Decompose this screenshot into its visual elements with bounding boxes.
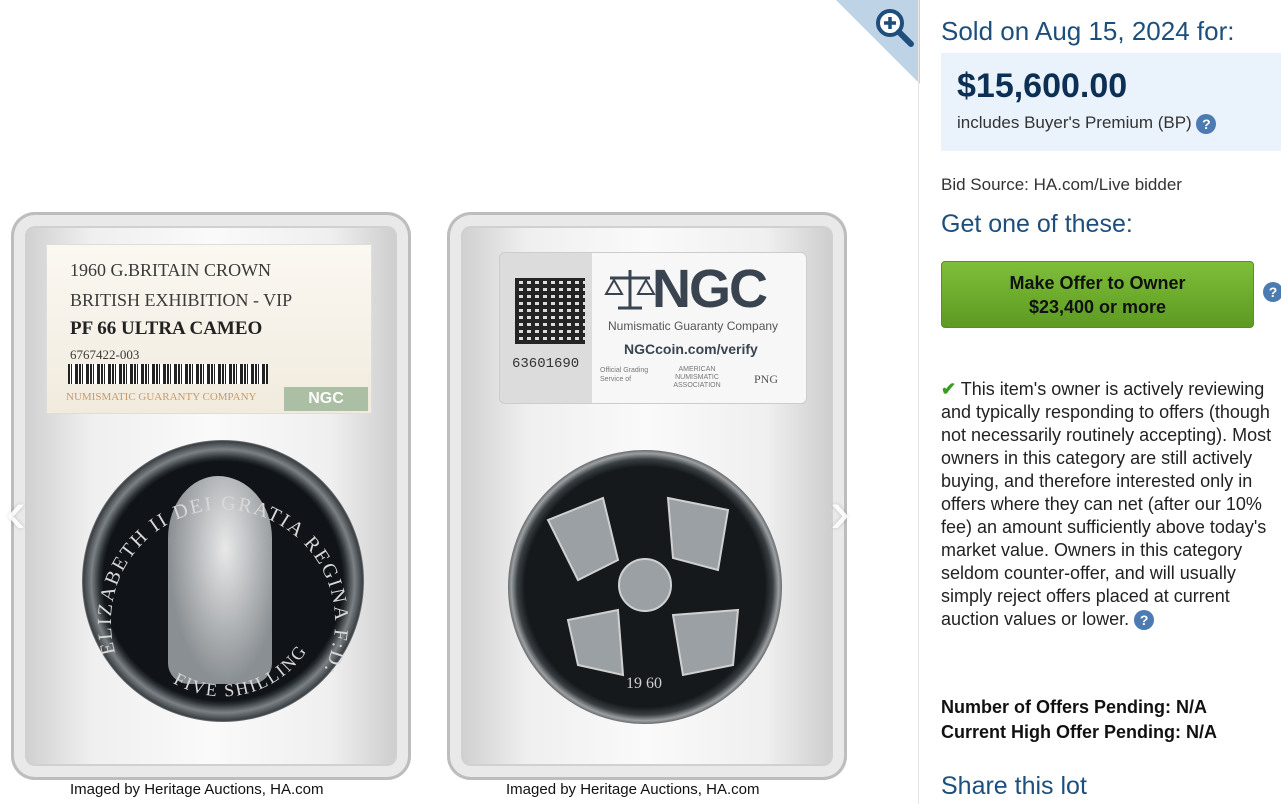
label-cert: 6767422-003 — [70, 347, 140, 362]
scales-icon — [604, 270, 656, 310]
svg-text:ELIZABETH II DEI GRATIA REGINA: ELIZABETH II DEI GRATIA REGINA F:D: — [94, 492, 352, 678]
owner-activity-text: This item's owner is actively reviewing … — [941, 379, 1272, 629]
ngc-logo: NGC — [652, 259, 768, 319]
make-offer-label: Make Offer to Owner — [1009, 272, 1186, 293]
high-offer-pending: Current High Offer Pending: N/A — [941, 722, 1217, 742]
reverse-design: 19 60 — [546, 496, 740, 692]
back-label-company: Numismatic Guaranty Company — [608, 319, 779, 333]
label-line-1: 1960 G.BRITAIN CROWN — [70, 260, 272, 280]
price-box: $15,600.00 includes Buyer's Premium (BP)… — [941, 53, 1281, 151]
obverse-legend: ELIZABETH II DEI GRATIA REGINA F:D: FIVE… — [82, 440, 352, 701]
offer-help-icon[interactable]: ? — [1263, 282, 1281, 302]
qr-code — [515, 278, 585, 344]
back-label-png: PNG — [754, 372, 779, 386]
back-label-verify: NGCcoin.com/verify — [624, 341, 758, 357]
reverse-date: 19 60 — [626, 675, 662, 692]
obverse-legend-text: ELIZABETH II DEI GRATIA REGINA F:D: — [94, 492, 350, 678]
get-one-heading: Get one of these: — [941, 210, 1133, 238]
zoom-in-icon[interactable] — [873, 6, 915, 48]
image-caption-back: Imaged by Heritage Auctions, HA.com — [506, 781, 760, 798]
label-company: NUMISMATIC GUARANTY COMPANY — [66, 391, 257, 403]
previous-image-arrow[interactable]: ‹ — [6, 480, 46, 544]
back-label-ana: AMERICAN NUMISMATIC ASSOCIATION — [673, 366, 721, 389]
owner-help-icon[interactable]: ? — [1134, 610, 1155, 631]
make-offer-button[interactable]: Make Offer to Owner $23,400 or more — [941, 261, 1254, 328]
share-lot-heading[interactable]: Share this lot — [941, 772, 1087, 801]
image-caption-front: Imaged by Heritage Auctions, HA.com — [70, 781, 324, 798]
next-image-arrow[interactable]: › — [830, 480, 870, 544]
label-serial: 63601690 — [512, 356, 580, 372]
offers-pending-block: Number of Offers Pending: N/A Current Hi… — [941, 695, 1217, 745]
make-offer-amount: $23,400 or more — [1028, 296, 1167, 317]
buyers-premium-note: includes Buyer's Premium (BP) ? — [957, 113, 1217, 134]
barcode — [68, 364, 268, 384]
sold-date-text: Sold on Aug 15, 2024 for: — [941, 16, 1235, 46]
label-grade: PF 66 ULTRA CAMEO — [70, 318, 263, 339]
sold-price: $15,600.00 — [957, 67, 1128, 105]
lot-image-gallery: 1960 G.BRITAIN CROWN BRITISH EXHIBITION … — [0, 0, 920, 804]
owner-activity-note: ✔ This item's owner is actively reviewin… — [941, 378, 1281, 631]
column-divider — [918, 0, 919, 804]
help-icon[interactable]: ? — [1196, 113, 1217, 134]
label-line-2: BRITISH EXHIBITION - VIP — [70, 290, 293, 310]
bid-source: Bid Source: HA.com/Live bidder — [941, 175, 1182, 194]
buyers-premium-text: includes Buyer's Premium (BP) — [957, 113, 1192, 132]
ngc-badge: NGC — [284, 387, 368, 411]
check-icon: ✔ — [941, 379, 957, 399]
back-label-official: Official Grading Service of — [600, 367, 649, 383]
offers-pending-count: Number of Offers Pending: N/A — [941, 697, 1208, 717]
